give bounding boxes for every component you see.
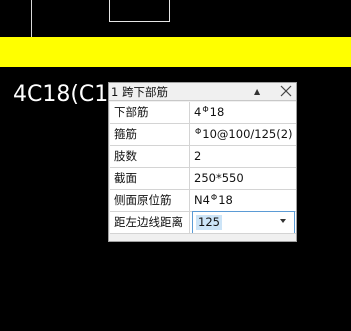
panel-header: 1 跨下部筋 ▲ xyxy=(109,83,296,101)
property-value[interactable]: N4Φ18 xyxy=(194,190,294,211)
side-rebar-diameter: 18 xyxy=(218,193,233,207)
property-value[interactable]: 250*550 xyxy=(194,168,294,189)
property-row-side-rebar[interactable]: 侧面原位筋 N4Φ18 xyxy=(110,190,296,212)
panel-title: 1 跨下部筋 xyxy=(111,85,168,99)
property-label: 下部筋 xyxy=(110,102,190,123)
cad-line xyxy=(31,0,32,38)
property-value[interactable]: 4Φ18 xyxy=(194,102,294,123)
rebar-grade-symbol-icon: Φ xyxy=(210,193,218,202)
property-grid: 下部筋 4Φ18 箍筋 Φ10@100/125(2) 肢数 2 截面 250*5… xyxy=(110,102,296,234)
property-value[interactable]: Φ10@100/125(2) xyxy=(194,124,294,145)
close-icon[interactable] xyxy=(278,83,294,99)
caret-up-icon[interactable]: ▲ xyxy=(254,85,260,99)
property-label: 肢数 xyxy=(110,146,190,167)
property-row-left-offset[interactable]: 距左边线距离 125 xyxy=(110,211,296,234)
stirrup-spec: 10@100/125(2) xyxy=(202,127,293,141)
property-label: 侧面原位筋 xyxy=(110,190,190,211)
rebar-count: 4 xyxy=(194,105,202,119)
property-label: 箍筋 xyxy=(110,124,190,145)
offset-input[interactable]: 125 xyxy=(196,215,222,230)
beam-annotation-text: 4C18(C1 xyxy=(13,82,109,107)
property-row-bottom-rebar[interactable]: 下部筋 4Φ18 xyxy=(110,102,296,124)
rebar-grade-symbol-icon: Φ xyxy=(202,105,209,114)
offset-combobox[interactable]: 125 xyxy=(192,211,295,233)
cad-rectangle xyxy=(109,0,170,22)
property-value[interactable]: 2 xyxy=(194,146,294,167)
property-panel: 1 跨下部筋 ▲ 下部筋 4Φ18 箍筋 Φ10@100/125(2) 肢数 2… xyxy=(108,82,297,242)
property-row-section[interactable]: 截面 250*550 xyxy=(110,168,296,190)
side-rebar-count: N4 xyxy=(194,193,210,207)
beam-highlight-band xyxy=(0,37,351,67)
property-row-legs[interactable]: 肢数 2 xyxy=(110,146,296,168)
property-value[interactable]: 125 xyxy=(192,211,295,233)
rebar-grade-symbol-icon: Φ xyxy=(195,127,202,136)
rebar-diameter: 18 xyxy=(209,105,225,119)
property-row-stirrup[interactable]: 箍筋 Φ10@100/125(2) xyxy=(110,124,296,146)
chevron-down-icon[interactable] xyxy=(280,219,286,223)
property-label: 距左边线距离 xyxy=(110,212,190,233)
property-label: 截面 xyxy=(110,168,190,189)
